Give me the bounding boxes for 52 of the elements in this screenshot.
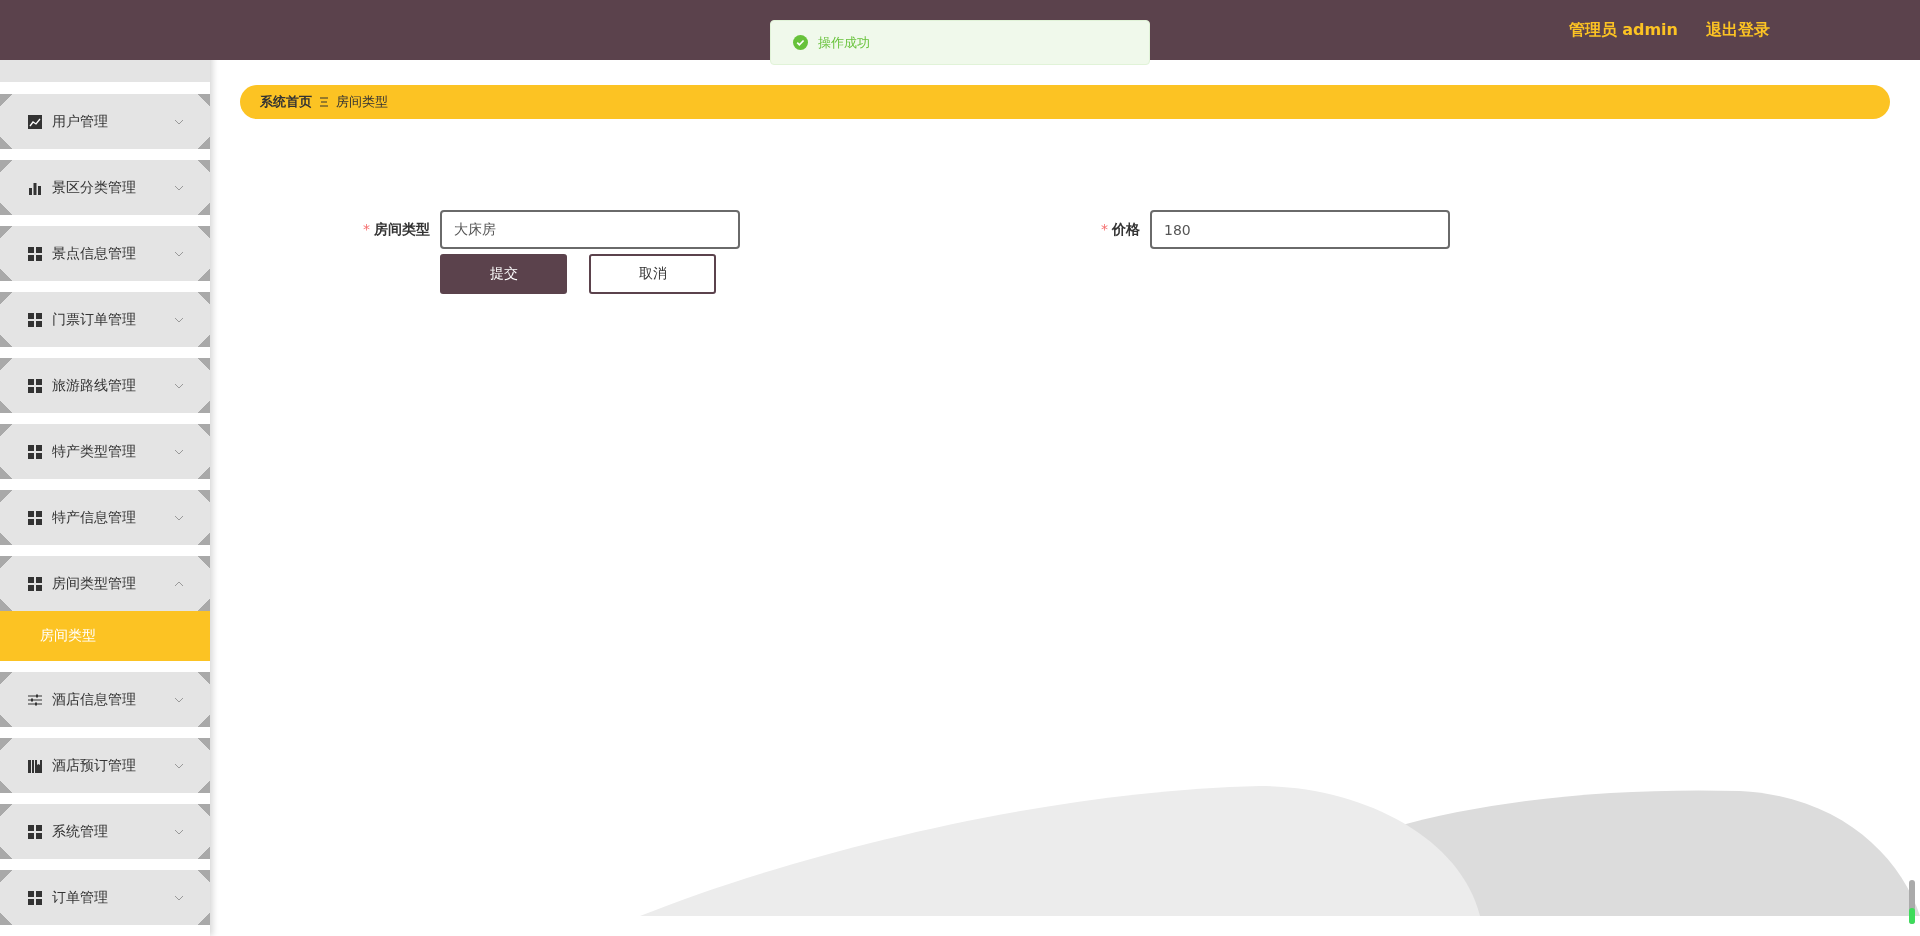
chevron-down-icon [174, 448, 184, 455]
menu-item[interactable]: 酒店信息管理 [0, 672, 210, 727]
books-icon [28, 758, 42, 773]
menu-item[interactable]: 景区分类管理 [0, 160, 210, 215]
chevron-down-icon [174, 894, 184, 901]
chevron-down-icon [174, 828, 184, 835]
grid-icon [28, 312, 42, 327]
menu-item[interactable]: 门票订单管理 [0, 292, 210, 347]
chevron-up-icon [174, 580, 184, 587]
admin-label: 管理员 admin [1568, 19, 1678, 41]
grid-icon [28, 510, 42, 525]
sliders-icon [28, 692, 42, 707]
chevron-down-icon [174, 118, 184, 125]
menu-item[interactable]: 用户管理 [0, 94, 210, 149]
grid-icon [28, 378, 42, 393]
grid-icon [28, 246, 42, 261]
required-mark: * [1101, 220, 1108, 239]
trend-chart-icon [28, 114, 42, 129]
logout-link[interactable]: 退出登录 [1706, 19, 1770, 41]
chevron-down-icon [174, 382, 184, 389]
menu-item[interactable]: 景点信息管理 [0, 226, 210, 281]
required-mark: * [363, 220, 370, 239]
menu-item[interactable]: 酒店预订管理 [0, 738, 210, 793]
input-field[interactable]: 大床房 [440, 210, 740, 249]
grid-icon [28, 444, 42, 459]
chevron-down-icon [174, 184, 184, 191]
submit-button[interactable]: 提交 [440, 254, 567, 294]
bar-chart-icon [28, 180, 42, 195]
grid-icon [28, 576, 42, 591]
check-circle-icon [793, 35, 808, 50]
grid-icon [28, 824, 42, 839]
toast-text: 操作成功 [818, 33, 870, 52]
input-field[interactable]: 180 [1150, 210, 1450, 249]
menu-item[interactable]: 特产信息管理 [0, 490, 210, 545]
label-text: 房间类型 [374, 220, 430, 239]
breadcrumb-link[interactable]: 房间类型 [336, 93, 388, 111]
chevron-down-icon [174, 696, 184, 703]
breadcrumb-link[interactable]: 系统首页 [260, 93, 312, 111]
menu-item[interactable]: 订单管理 [0, 870, 210, 925]
chevron-down-icon [174, 316, 184, 323]
label-text: 价格 [1112, 220, 1140, 239]
separator-icon [320, 97, 328, 107]
chevron-down-icon [174, 762, 184, 769]
menu-item[interactable]: 系统管理 [0, 804, 210, 859]
scroll-indicator-icon [1908, 880, 1916, 924]
grid-icon [28, 890, 42, 905]
chevron-down-icon [174, 514, 184, 521]
chevron-down-icon [174, 250, 184, 257]
menu-item[interactable]: 房间类型管理 [0, 556, 210, 611]
menu-item[interactable]: 特产类型管理 [0, 424, 210, 479]
cancel-button[interactable]: 取消 [589, 254, 716, 294]
menu-item[interactable]: 旅游路线管理 [0, 358, 210, 413]
